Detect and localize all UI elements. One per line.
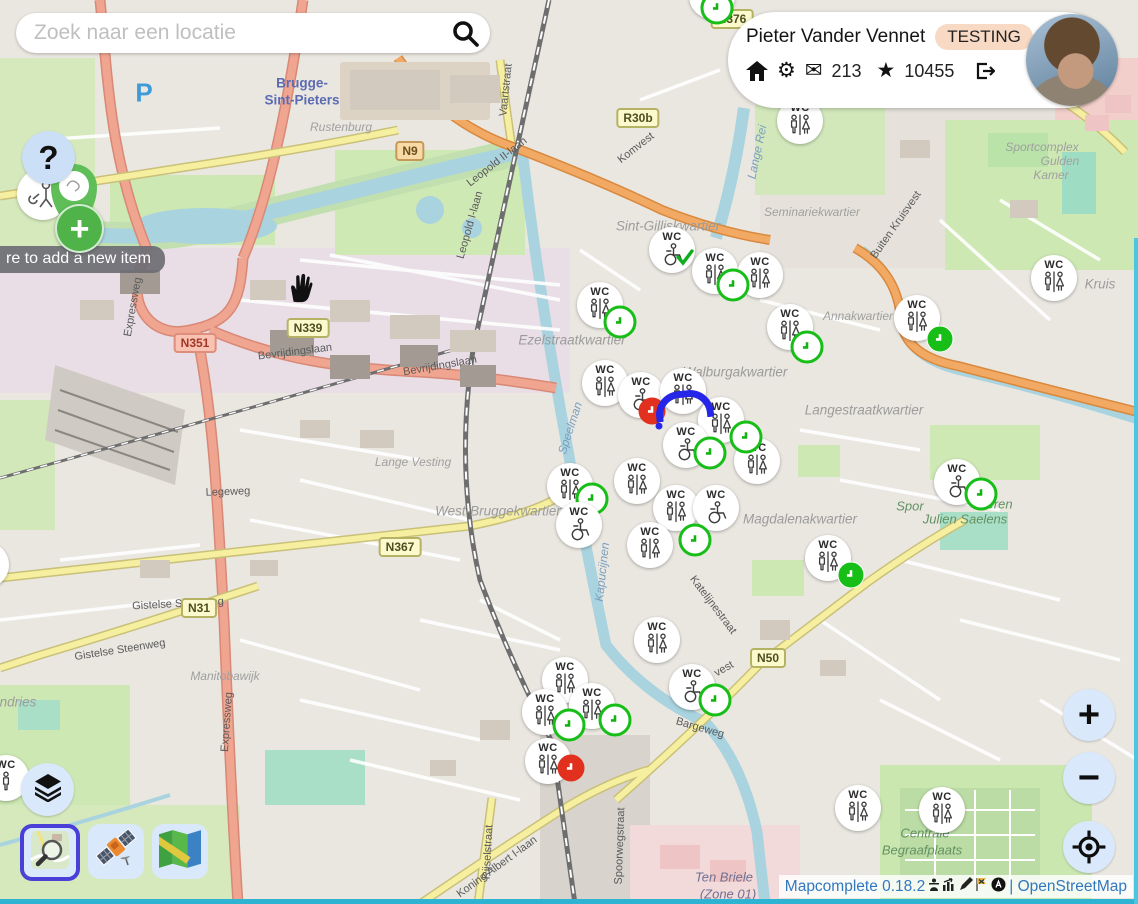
osm-attribution-link[interactable]: | OpenStreetMap: [1009, 878, 1127, 896]
wc-label: WC: [0, 759, 16, 771]
wc-label: WC: [666, 489, 685, 501]
star-icon[interactable]: ★: [876, 61, 895, 81]
opening-hours-badge: [965, 478, 998, 511]
wc-label: WC: [1044, 259, 1063, 271]
carto-magnifier-icon: [30, 830, 70, 875]
folded-map-icon: [159, 830, 201, 873]
toilet-marker[interactable]: WC: [835, 785, 881, 831]
wc-label: WC: [932, 791, 951, 803]
toilet-marker[interactable]: WC: [919, 787, 965, 833]
toilet-marker[interactable]: WC: [0, 542, 9, 588]
basemap-satellite-button[interactable]: [88, 824, 144, 879]
wc-label: WC: [538, 742, 557, 754]
closed-badge: [558, 755, 585, 782]
selected-marker-dot: [656, 423, 663, 430]
opening-hours-badge: [679, 524, 712, 557]
wc-label: WC: [947, 463, 966, 475]
search-icon[interactable]: [450, 18, 480, 48]
opening-hours-badge: [599, 704, 632, 737]
crosshair-icon: [1071, 829, 1107, 865]
opening-hours-badge: [730, 421, 763, 454]
opening-hours-badge: [604, 306, 637, 339]
wc-label: WC: [706, 489, 725, 501]
messages-count: 213: [831, 61, 861, 82]
wc-label: WC: [555, 661, 574, 673]
layers-button[interactable]: [21, 763, 74, 816]
opening-hours-badge: [553, 709, 586, 742]
toilet-marker[interactable]: WC: [556, 502, 602, 548]
wc-label: WC: [848, 789, 867, 801]
wc-label: WC: [627, 462, 646, 474]
viewport-edge-bottom: [0, 899, 1138, 904]
wc-label: WC: [818, 539, 837, 551]
opening-hours-badge: [927, 326, 954, 353]
wc-label: WC: [595, 364, 614, 376]
user-avatar[interactable]: [1026, 14, 1118, 106]
wc-label: WC: [750, 256, 769, 268]
wc-label: WC: [705, 252, 724, 264]
toilet-marker[interactable]: WC: [614, 458, 660, 504]
wc-label: WC: [631, 376, 650, 388]
wc-label: WC: [682, 668, 701, 680]
basemap-carto-button[interactable]: [20, 824, 80, 881]
geolocate-button[interactable]: [1063, 821, 1115, 873]
toilet-marker[interactable]: WC: [1031, 255, 1077, 301]
wc-label: WC: [640, 526, 659, 538]
logout-icon[interactable]: [973, 60, 995, 82]
wc-label: WC: [907, 299, 926, 311]
wc-label: WC: [582, 687, 601, 699]
opening-hours-badge: [699, 684, 732, 717]
wc-label: WC: [590, 286, 609, 298]
viewport-edge-right[interactable]: [1134, 238, 1138, 904]
home-icon[interactable]: [746, 61, 768, 81]
license-icon[interactable]: [991, 877, 1006, 897]
wc-label: WC: [647, 621, 666, 633]
wc-label: WC: [780, 308, 799, 320]
contributor-icon[interactable]: [928, 878, 940, 896]
wc-label: WC: [569, 506, 588, 518]
attribution-icons: [928, 877, 1006, 897]
wc-label: WC: [711, 401, 730, 413]
zoom-out-button[interactable]: −: [1063, 752, 1115, 804]
changesets-count: 10455: [904, 61, 954, 82]
help-label: ?: [38, 139, 58, 177]
satellite-icon: [94, 827, 138, 876]
wc-label: WC: [662, 231, 681, 243]
testing-badge: TESTING: [935, 24, 1033, 50]
poi-overlay-layer: WC WC WC WC WC WC WC WC WC WC WC WC WC WC WC WC WC WC WC WC…: [0, 0, 1138, 904]
opening-hours-badge: [791, 331, 824, 364]
basemap-style-row: [20, 824, 208, 881]
flag-icon[interactable]: [975, 877, 989, 896]
zoom-in-button[interactable]: +: [1063, 689, 1115, 741]
help-button[interactable]: ?: [22, 131, 75, 184]
attribution-bar[interactable]: Mapcomplete 0.18.2 | OpenStreetMap: [779, 875, 1133, 898]
wc-label: WC: [676, 426, 695, 438]
edit-pencil-icon[interactable]: [959, 877, 973, 896]
app-version: Mapcomplete 0.18.2: [785, 878, 925, 896]
hand-cursor-icon: [286, 270, 314, 308]
search-input[interactable]: [32, 20, 450, 46]
toilet-marker[interactable]: WC: [627, 522, 673, 568]
messages-icon[interactable]: ✉: [805, 61, 823, 81]
opening-hours-badge: [838, 562, 865, 589]
settings-gear-icon[interactable]: ⚙: [777, 61, 796, 81]
search-bar[interactable]: [16, 13, 490, 53]
layers-icon: [33, 772, 63, 807]
wc-label: WC: [560, 467, 579, 479]
add-item-plus-button[interactable]: +: [55, 204, 104, 253]
toilet-marker[interactable]: WC: [634, 617, 680, 663]
wc-label: WC: [535, 693, 554, 705]
wc-label: WC: [673, 372, 692, 384]
opening-hours-badge: [717, 269, 750, 302]
opening-hours-badge: [694, 437, 727, 470]
basemap-map-button[interactable]: [152, 824, 208, 879]
stats-icon[interactable]: [942, 878, 957, 896]
user-name: Pieter Vander Vennet: [746, 26, 925, 48]
